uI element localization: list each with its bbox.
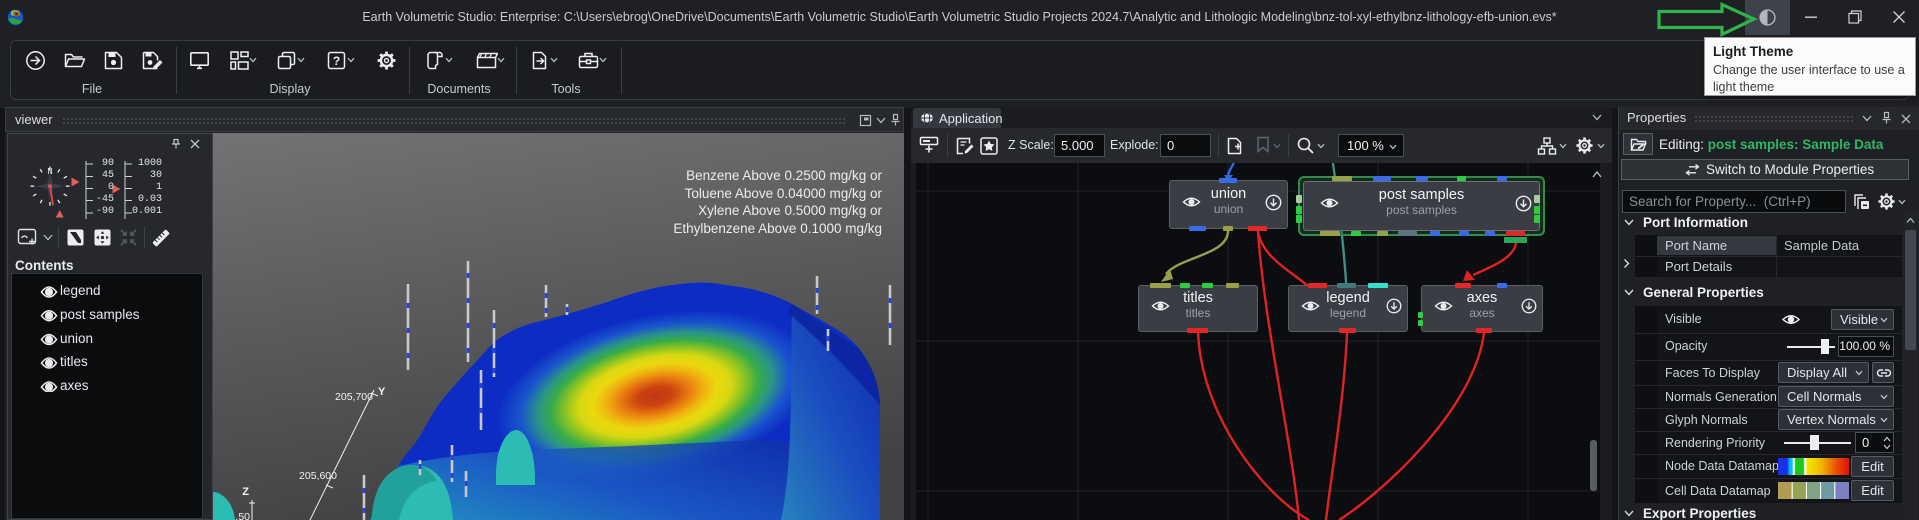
svg-text:Xylene Above 0.5000 mg/kg or: Xylene Above 0.5000 mg/kg or xyxy=(698,203,882,218)
svg-text:N: N xyxy=(47,166,53,177)
svg-text:205,600: 205,600 xyxy=(299,470,337,482)
svg-text:Ethylbenzene Above 0.1000 mg/k: Ethylbenzene Above 0.1000 mg/kg xyxy=(673,221,882,236)
svg-text:Z: Z xyxy=(242,486,249,498)
svg-text:?: ? xyxy=(333,54,340,68)
svg-text:Toluene Above 0.04000 mg/kg or: Toluene Above 0.04000 mg/kg or xyxy=(685,186,883,201)
svg-text:205,700: 205,700 xyxy=(335,391,373,403)
svg-text:Y: Y xyxy=(378,386,386,398)
svg-text:Benzene Above 0.2500 mg/kg or: Benzene Above 0.2500 mg/kg or xyxy=(686,168,882,183)
